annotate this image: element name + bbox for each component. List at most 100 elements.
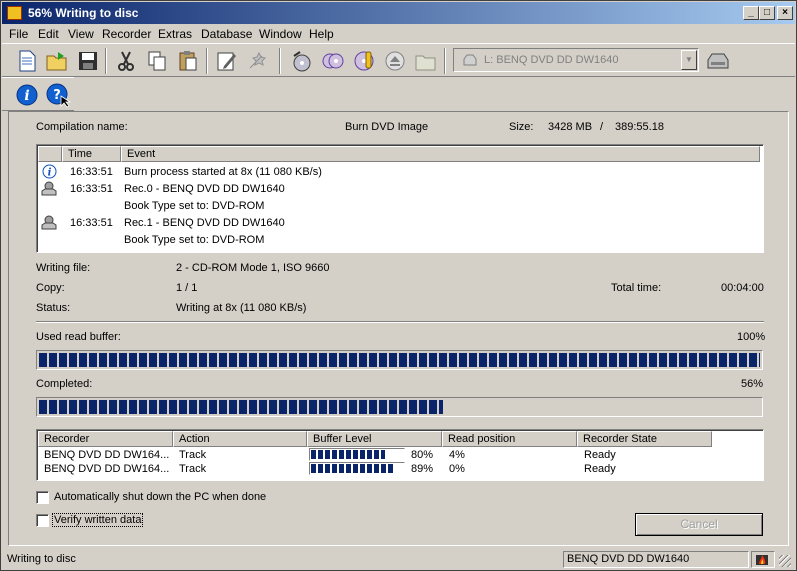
read-buffer-percent: 100% [737, 331, 766, 343]
menu-extras[interactable]: Extras [158, 27, 192, 41]
recorder-select[interactable]: L: BENQ DVD DD DW1640 ▼ [453, 48, 699, 72]
shutdown-checkbox[interactable] [36, 491, 49, 504]
menu-database[interactable]: Database [201, 27, 252, 41]
close-button[interactable]: × [777, 6, 793, 20]
minimize-button[interactable]: _ [743, 6, 759, 20]
writing-file-label: Writing file: [36, 262, 91, 274]
log-row-event: Burn process started at 8x (11 080 KB/s) [124, 166, 322, 178]
rec-row-name[interactable]: BENQ DVD DD DW164... [44, 449, 169, 461]
menu-recorder[interactable]: Recorder [102, 27, 151, 41]
read-buffer-bar [36, 350, 763, 370]
rec-header-read[interactable]: Read position [442, 431, 577, 447]
menu-file[interactable]: File [9, 27, 28, 41]
eject-icon[interactable] [382, 48, 408, 74]
copy-disc-icon[interactable] [320, 48, 346, 74]
log-row-event: Rec.0 - BENQ DVD DD DW1640 [124, 183, 285, 195]
status-bar-text: Writing to disc [7, 553, 76, 565]
open-icon[interactable] [44, 48, 70, 74]
copy-value: 1 / 1 [176, 282, 198, 294]
app-icon[interactable] [7, 6, 22, 20]
rec-row-buffer-fill [311, 450, 385, 459]
log-row-time: 16:33:51 [70, 166, 113, 178]
menu-view[interactable]: View [68, 27, 94, 41]
status-bar-recorder: BENQ DVD DD DW1640 [563, 551, 749, 568]
cut-icon[interactable] [113, 48, 139, 74]
rec-row-action: Track [179, 449, 207, 461]
completed-bar [36, 397, 763, 417]
edit-compilation-icon[interactable] [214, 48, 240, 74]
recorder-list[interactable]: Recorder Action Buffer Level Read positi… [36, 429, 764, 481]
new-icon[interactable] [14, 48, 40, 74]
rec-row-state: Ready [584, 463, 616, 475]
menu-bar: File Edit View Recorder Extras Database … [2, 24, 795, 43]
read-buffer-fill [39, 353, 760, 367]
window-title: 56% Writing to disc [28, 6, 139, 20]
status-bar: Writing to disc BENQ DVD DD DW1640 [2, 549, 795, 570]
menu-help[interactable]: Help [309, 27, 334, 41]
status-label: Status: [36, 302, 71, 314]
rec-header-state[interactable]: Recorder State [577, 431, 712, 447]
compilation-name-label: Compilation name: [36, 121, 128, 133]
total-time-value: 00:04:00 [721, 282, 764, 294]
rec-header-buffer[interactable]: Buffer Level [307, 431, 442, 447]
rec-row-buffer-fill [311, 464, 393, 473]
svg-text:?: ? [53, 88, 61, 103]
copy-icon[interactable] [144, 48, 170, 74]
log-header-time[interactable]: Time [62, 146, 121, 162]
completed-percent: 56% [741, 378, 764, 390]
log-row-event: Book Type set to: DVD-ROM [124, 200, 265, 212]
drive-small-icon [463, 54, 477, 66]
size-mb-value: 3428 MB [548, 121, 593, 133]
menu-window[interactable]: Window [259, 27, 302, 41]
verify-label[interactable]: Verify written data [52, 513, 144, 527]
help-toolbar: i ? [2, 77, 74, 111]
cancel-button[interactable]: Cancel [635, 513, 763, 536]
wizard-icon[interactable] [245, 48, 271, 74]
log-row-event: Book Type set to: DVD-ROM [124, 234, 265, 246]
rec-row-read: 0% [449, 463, 465, 475]
log-row-event: Rec.1 - BENQ DVD DD DW1640 [124, 217, 285, 229]
context-help-icon[interactable]: ? [45, 82, 72, 108]
rec-row-name[interactable]: BENQ DVD DD DW164... [44, 463, 169, 475]
chevron-down-icon[interactable]: ▼ [681, 50, 697, 70]
recorder-icon [41, 181, 57, 196]
size-label: Size: [509, 121, 534, 133]
svg-text:i: i [24, 88, 29, 104]
recorder-select-value: L: BENQ DVD DD DW1640 [484, 54, 619, 66]
burn-icon[interactable] [289, 48, 315, 74]
menu-edit[interactable]: Edit [38, 27, 59, 41]
paste-icon[interactable] [175, 48, 201, 74]
compilation-name-value: Burn DVD Image [345, 121, 429, 133]
rec-row-action: Track [179, 463, 207, 475]
disc-info-icon[interactable] [351, 48, 377, 74]
event-log[interactable]: Time Event i 16:33:51 Burn process start… [36, 144, 764, 253]
size-time-value: 389:55.18 [615, 121, 664, 133]
save-icon[interactable] [75, 48, 101, 74]
rec-row-buffer-bar [309, 462, 405, 475]
rec-header-action[interactable]: Action [173, 431, 307, 447]
verify-checkbox[interactable] [36, 514, 49, 527]
title-bar[interactable]: 56% Writing to disc _ □ × [2, 2, 795, 24]
drive-icon[interactable] [704, 48, 730, 74]
info-icon: i [42, 164, 57, 179]
maximize-button[interactable]: □ [759, 6, 775, 20]
burn-window: 56% Writing to disc _ □ × File Edit View… [0, 0, 797, 571]
log-row-time: 16:33:51 [70, 217, 113, 229]
read-buffer-label: Used read buffer: [36, 331, 121, 343]
recorder-icon [41, 215, 57, 230]
about-icon[interactable]: i [14, 82, 40, 108]
flame-icon [756, 555, 768, 565]
svg-text:i: i [48, 168, 52, 179]
rec-row-read: 4% [449, 449, 465, 461]
rec-header-recorder[interactable]: Recorder [38, 431, 173, 447]
browse-folder-icon[interactable] [413, 48, 439, 74]
completed-fill [39, 400, 443, 414]
size-separator: / [600, 121, 604, 133]
status-value: Writing at 8x (11 080 KB/s) [176, 302, 307, 314]
rec-row-buffer-percent: 80% [411, 449, 434, 461]
shutdown-label[interactable]: Automatically shut down the PC when done [54, 491, 266, 503]
divider [36, 321, 764, 323]
rec-row-buffer-percent: 89% [411, 463, 434, 475]
resize-grip[interactable] [779, 555, 791, 567]
log-header-event[interactable]: Event [121, 146, 760, 162]
